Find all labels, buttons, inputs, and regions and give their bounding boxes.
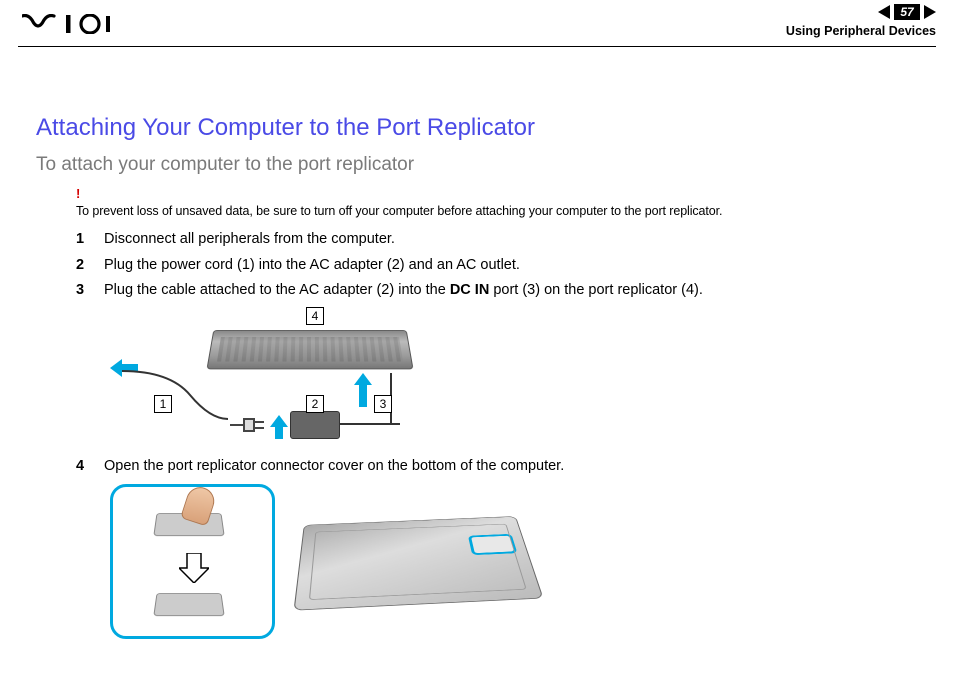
warning-text: To prevent loss of unsaved data, be sure…	[76, 204, 722, 218]
open-arrow-icon	[179, 553, 209, 583]
page-header: 57 Using Peripheral Devices	[0, 0, 954, 48]
step-4: 4 Open the port replicator connector cov…	[76, 457, 918, 477]
step-2: 2 Plug the power cord (1) into the AC ad…	[76, 256, 918, 276]
step-text: Open the port replicator connector cover…	[104, 457, 918, 477]
step-text: Disconnect all peripherals from the comp…	[104, 230, 918, 250]
step-1: 1 Disconnect all peripherals from the co…	[76, 230, 918, 250]
warning-icon: !	[76, 186, 918, 201]
page-number: 57	[894, 4, 920, 20]
callout-3: 3	[374, 395, 392, 413]
section-label: Using Peripheral Devices	[786, 24, 936, 38]
step-number: 4	[76, 457, 104, 477]
step-number: 3	[76, 281, 104, 301]
step-3: 3 Plug the cable attached to the AC adap…	[76, 281, 918, 301]
callout-2: 2	[306, 395, 324, 413]
laptop-bottom-illustration	[294, 516, 544, 610]
step-text: Plug the cable attached to the AC adapte…	[104, 281, 918, 301]
cover-detail-panel	[110, 484, 275, 639]
figure-open-connector-cover	[110, 484, 550, 644]
page-subtitle: To attach your computer to the port repl…	[36, 154, 918, 176]
arrow-up-icon	[270, 415, 288, 439]
port-replicator-illustration	[206, 330, 413, 369]
plug-illustration	[230, 413, 270, 433]
power-cord-illustration	[110, 365, 240, 435]
callout-1: 1	[154, 395, 172, 413]
step-text: Plug the power cord (1) into the AC adap…	[104, 256, 918, 276]
step-number: 1	[76, 230, 104, 250]
header-divider	[18, 46, 936, 47]
page-title: Attaching Your Computer to the Port Repl…	[36, 114, 918, 142]
cover-open-illustration	[153, 593, 224, 616]
vaio-logo	[22, 14, 118, 34]
prev-page-arrow-icon[interactable]	[878, 5, 890, 19]
page-content: Attaching Your Computer to the Port Repl…	[36, 114, 918, 644]
figure-port-replicator-wiring: 4 1 2 3	[110, 307, 440, 447]
arrow-up-icon	[354, 373, 372, 407]
callout-4: 4	[306, 307, 324, 325]
next-page-arrow-icon[interactable]	[924, 5, 936, 19]
page-navigation: 57	[878, 4, 936, 20]
warning-note: ! To prevent loss of unsaved data, be su…	[76, 186, 918, 220]
ac-adapter-illustration	[290, 411, 340, 439]
step-number: 2	[76, 256, 104, 276]
